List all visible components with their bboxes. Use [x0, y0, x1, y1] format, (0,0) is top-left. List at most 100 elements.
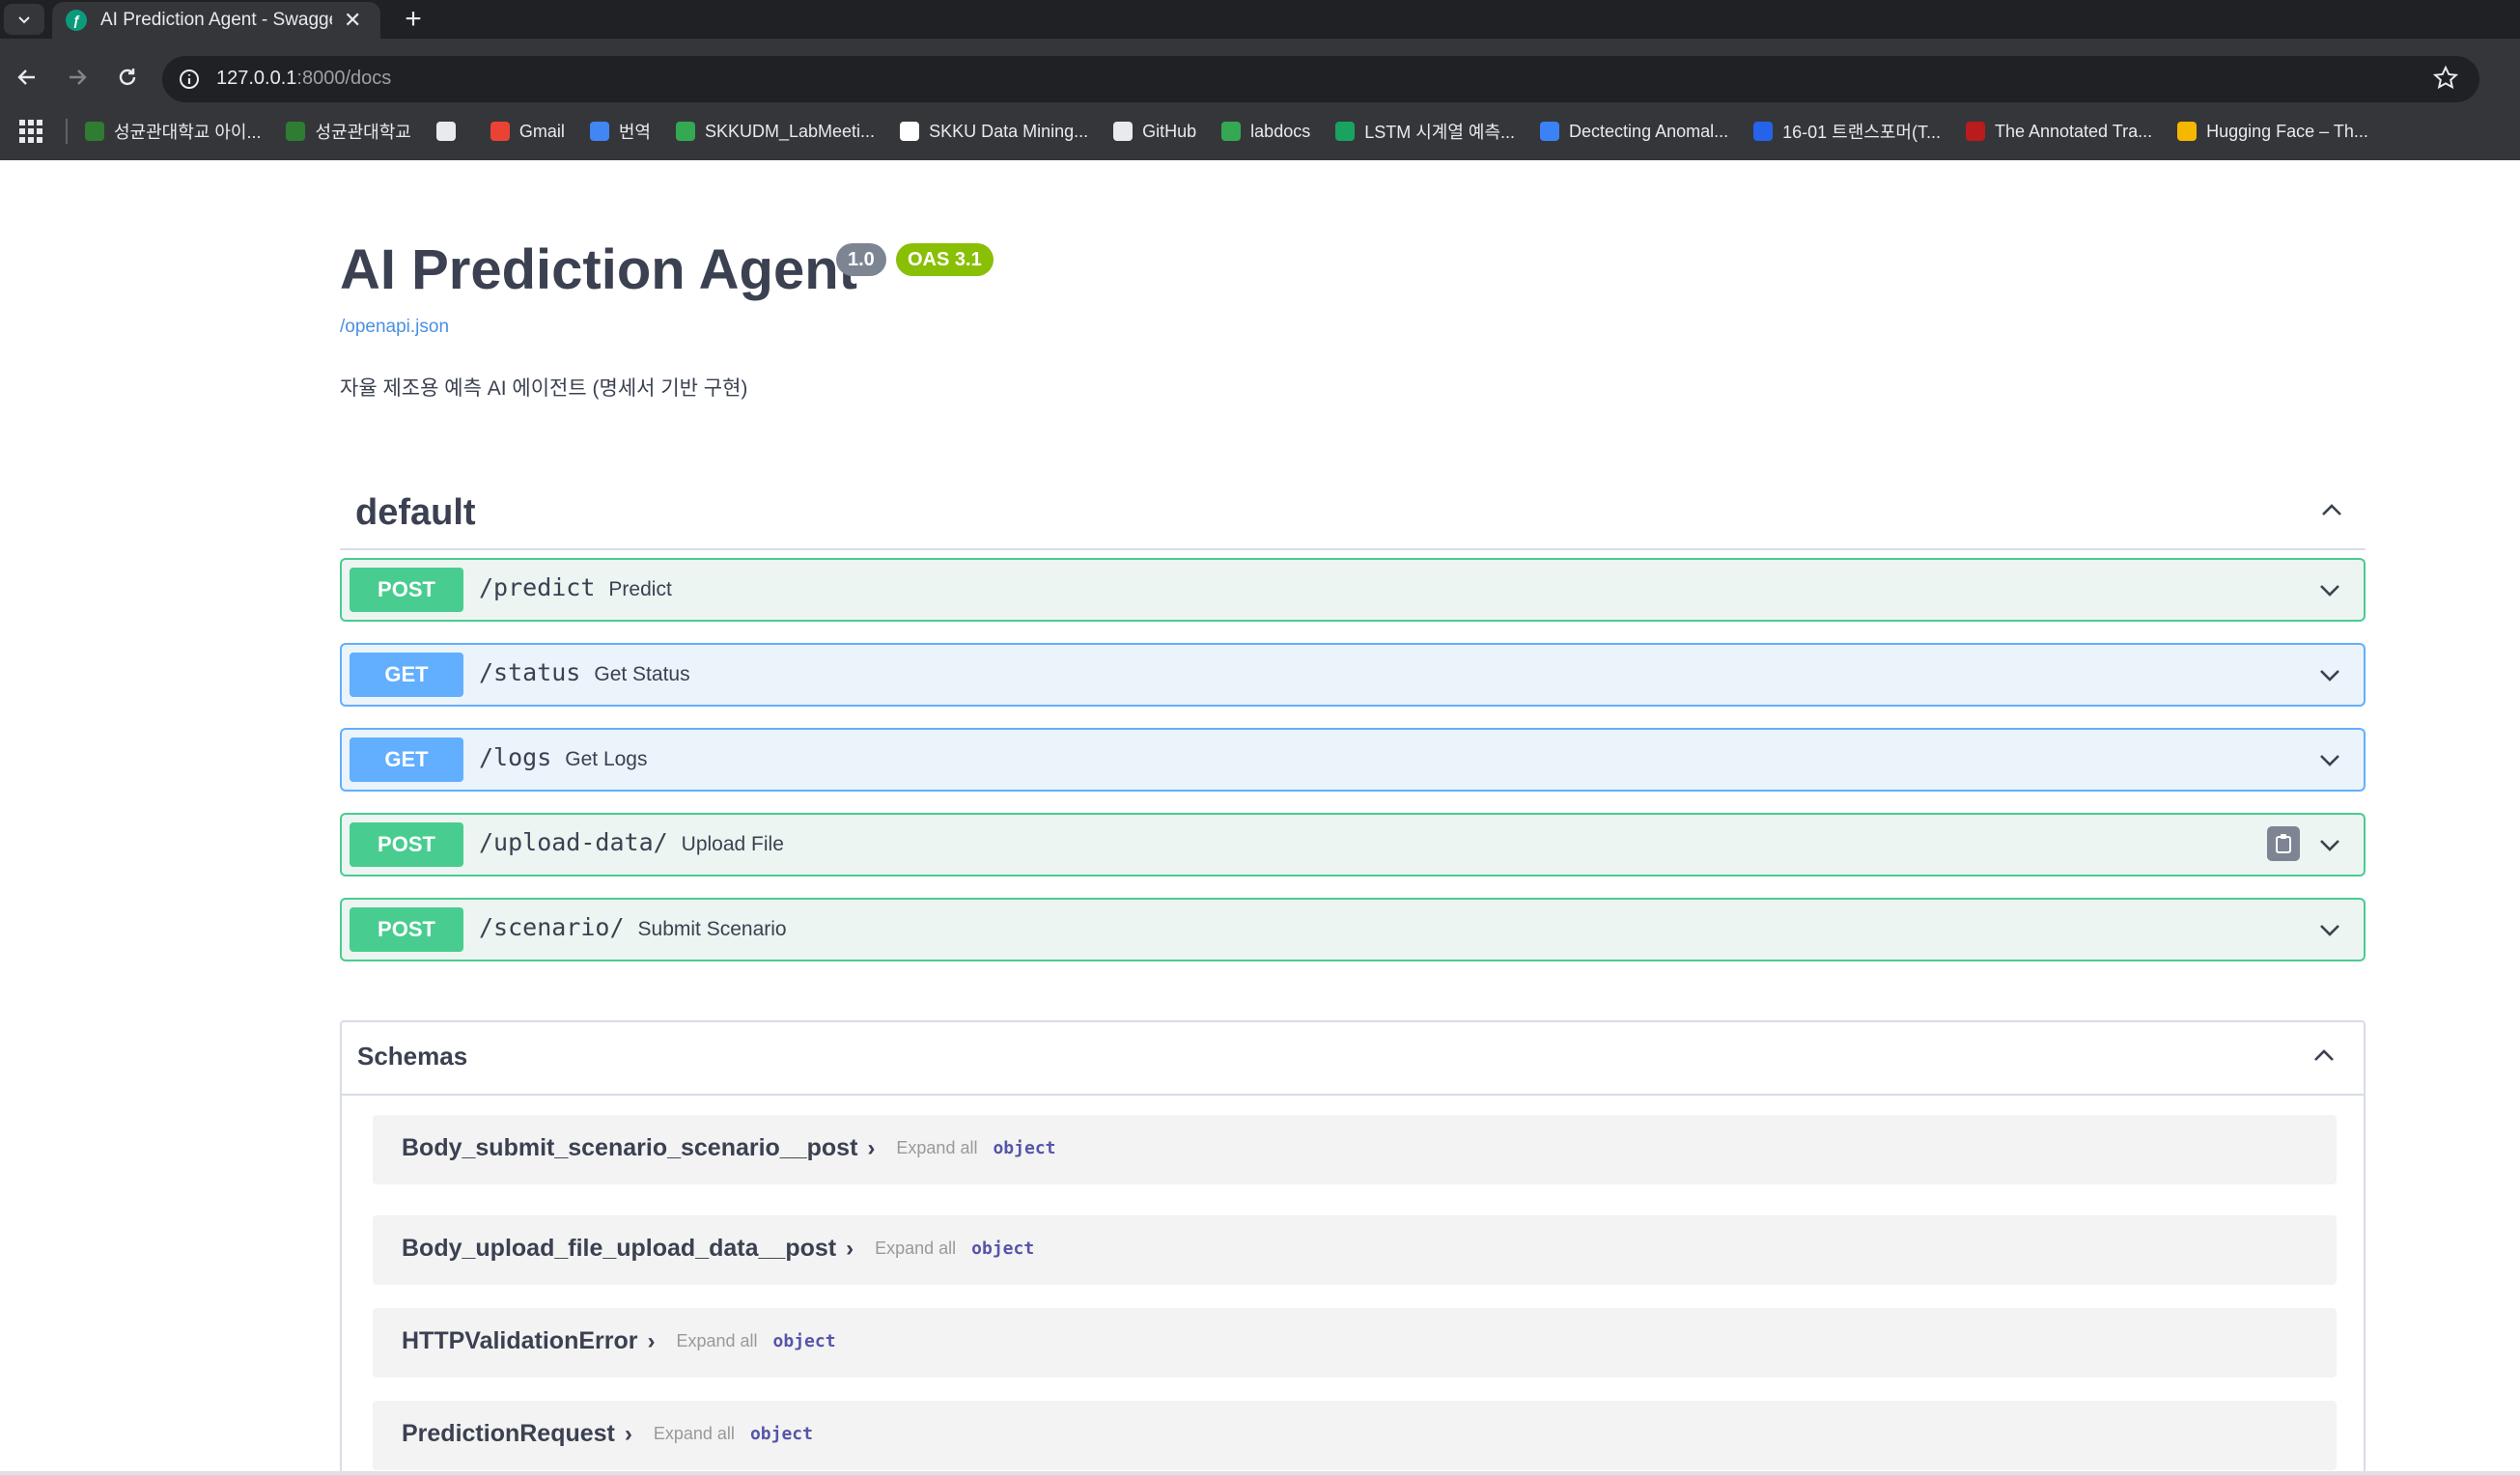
- chevron-right-icon[interactable]: ›: [647, 1328, 655, 1355]
- schemas-header[interactable]: Schemas: [342, 1022, 2364, 1096]
- schema-type-label: object: [993, 1138, 1056, 1158]
- bookmark-label: LSTM 시계열 예측...: [1364, 123, 1516, 142]
- chevron-down-icon[interactable]: [2315, 915, 2344, 944]
- bookmark-label: GitHub: [1142, 121, 1197, 141]
- bookmark-favicon-icon: [85, 122, 104, 141]
- copy-to-clipboard-button[interactable]: [2267, 826, 2300, 861]
- chevron-down-icon[interactable]: [2315, 745, 2344, 774]
- tag-section-default[interactable]: default: [340, 471, 2366, 550]
- info-icon[interactable]: [178, 68, 201, 91]
- back-button[interactable]: [10, 60, 44, 95]
- schema-model-title[interactable]: Body_upload_file_upload_data__post › Expan…: [402, 1235, 1034, 1263]
- tag-title: default: [355, 492, 476, 533]
- bookmark-favicon-icon: [1113, 122, 1134, 141]
- bookmark-label: 성균관대학교: [315, 123, 411, 142]
- operation-path-text: /upload-data/: [479, 828, 668, 856]
- operation-post-row[interactable]: POST/upload-data/Upload File: [340, 813, 2366, 877]
- bookmark-favicon-icon: [1335, 122, 1356, 141]
- bookmark-item[interactable]: 16-01 트랜스포머(T...: [1753, 119, 1941, 144]
- bookmark-item[interactable]: labdocs: [1221, 122, 1310, 142]
- bookmark-item[interactable]: Gmail: [490, 122, 565, 142]
- chevron-right-icon[interactable]: ›: [867, 1135, 875, 1162]
- bookmark-item[interactable]: 번역: [589, 119, 651, 144]
- arrow-left-icon: [17, 70, 35, 85]
- schema-model-title[interactable]: PredictionRequest › Expand all object: [402, 1420, 813, 1448]
- bookmark-item[interactable]: SKKU Data Mining...: [900, 122, 1088, 142]
- tab-title: AI Prediction Agent - Swagger UI: [100, 10, 332, 30]
- operation-post-row[interactable]: POST/scenario/Submit Scenario: [340, 898, 2366, 961]
- tab-close-icon[interactable]: ✕: [344, 8, 361, 33]
- browser-toolbar: 127.0.0.1:8000/docs 성균관대학교 아이... 성균관대학교 Gm…: [0, 39, 2520, 160]
- bookmark-favicon-icon: [589, 122, 609, 141]
- operation-path-text: /logs: [479, 743, 552, 771]
- chevron-down-icon[interactable]: [2315, 830, 2344, 859]
- schema-type-label: object: [749, 1424, 813, 1444]
- schema-model-title[interactable]: Body_submit_scenario_scenario__post › Expa…: [402, 1134, 1056, 1162]
- tab-search-button[interactable]: [4, 4, 44, 35]
- operation-path: /predict Predict: [479, 573, 672, 601]
- chevron-right-icon[interactable]: ›: [846, 1236, 854, 1263]
- forward-button[interactable]: [60, 60, 95, 95]
- bookmark-label: 번역: [618, 123, 651, 142]
- oas-badge: OAS 3.1: [896, 243, 994, 276]
- bookmark-favicon-icon: [675, 122, 695, 141]
- bookmark-label: Hugging Face – Th...: [2206, 121, 2368, 141]
- bookmark-item[interactable]: [435, 122, 465, 141]
- bookmark-item[interactable]: 성균관대학교: [286, 119, 411, 144]
- operation-path: /scenario/Submit Scenario: [479, 913, 787, 941]
- browser-tab-active[interactable]: ƒ AI Prediction Agent - Swagger UI ✕: [52, 2, 380, 39]
- bookmark-label: 16-01 트랜스포머(T...: [1782, 123, 1941, 142]
- expand-all-button[interactable]: Expand all: [676, 1331, 757, 1351]
- schema-model-title[interactable]: HTTPValidationError › Expand all object: [402, 1327, 836, 1355]
- operation-path: /status Get Status: [479, 658, 690, 686]
- bookmark-label: The Annotated Tra...: [1994, 121, 2153, 141]
- bookmark-favicon-icon: [1965, 122, 1985, 141]
- bookmark-item[interactable]: LSTM 시계열 예측...: [1335, 119, 1515, 144]
- schema-model-row[interactable]: HTTPValidationError › Expand all object: [373, 1308, 2337, 1378]
- bookmark-star-icon[interactable]: [2431, 64, 2460, 93]
- bookmark-favicon-icon: [1753, 122, 1774, 141]
- schema-model-row[interactable]: Body_upload_file_upload_data__post › Expan…: [373, 1215, 2337, 1285]
- expand-all-button[interactable]: Expand all: [875, 1238, 956, 1259]
- bookmark-item[interactable]: The Annotated Tra...: [1965, 121, 2153, 142]
- operation-get-row[interactable]: GET/status Get Status: [340, 643, 2366, 707]
- operation-post-row[interactable]: POST/predict Predict: [340, 558, 2366, 622]
- address-bar[interactable]: 127.0.0.1:8000/docs: [162, 56, 2479, 102]
- bookmark-item[interactable]: Hugging Face – Th...: [2177, 122, 2368, 142]
- chevron-up-icon[interactable]: [2310, 1042, 2338, 1071]
- schema-model-name: PredictionRequest: [402, 1420, 615, 1447]
- chevron-down-icon[interactable]: [2315, 575, 2344, 604]
- new-tab-button[interactable]: +: [398, 3, 429, 35]
- horizontal-scrollbar[interactable]: [0, 1471, 2520, 1475]
- http-method-badge: GET: [350, 653, 463, 697]
- bookmark-label: SKKU Data Mining...: [929, 121, 1089, 141]
- chevron-down-icon: [18, 16, 30, 24]
- api-title: AI Prediction Agent: [340, 238, 857, 301]
- bookmark-item[interactable]: SKKUDM_LabMeeti...: [675, 122, 875, 142]
- openapi-json-link[interactable]: /openapi.json: [340, 317, 449, 338]
- bookmark-item[interactable]: 성균관대학교 아이...: [85, 119, 261, 144]
- apps-grid-icon[interactable]: [19, 120, 42, 143]
- expand-all-button[interactable]: Expand all: [654, 1424, 735, 1444]
- operation-get-row[interactable]: GET/logs Get Logs: [340, 728, 2366, 792]
- bookmark-list: 성균관대학교 아이... 성균관대학교 Gmail 번역 SKKUDM_LabMeeti…: [85, 119, 2394, 144]
- bookmark-item[interactable]: Dectecting Anomal...: [1540, 122, 1728, 142]
- operation-path: /logs Get Logs: [479, 743, 648, 771]
- schema-model-row[interactable]: PredictionRequest › Expand all object: [373, 1401, 2337, 1470]
- schema-model-row[interactable]: Body_submit_scenario_scenario__post › Expa…: [373, 1115, 2337, 1184]
- http-method-badge: GET: [350, 738, 463, 782]
- expand-all-button[interactable]: Expand all: [896, 1138, 977, 1158]
- schema-type-label: object: [772, 1331, 836, 1351]
- chevron-down-icon[interactable]: [2315, 660, 2344, 689]
- bookmark-item[interactable]: GitHub: [1113, 122, 1196, 142]
- bookmark-favicon-icon: [1221, 122, 1242, 141]
- reload-button[interactable]: [110, 60, 145, 95]
- schema-model-name: HTTPValidationError: [402, 1327, 638, 1354]
- operation-summary: Get Status: [594, 663, 690, 685]
- bookmark-label: labdocs: [1250, 121, 1311, 141]
- chevron-up-icon[interactable]: [2317, 496, 2346, 525]
- clipboard-icon: [2276, 834, 2291, 853]
- chevron-right-icon[interactable]: ›: [625, 1421, 632, 1448]
- schema-model-name: Body_submit_scenario_scenario__post: [402, 1134, 858, 1161]
- operation-summary: Upload File: [681, 833, 784, 855]
